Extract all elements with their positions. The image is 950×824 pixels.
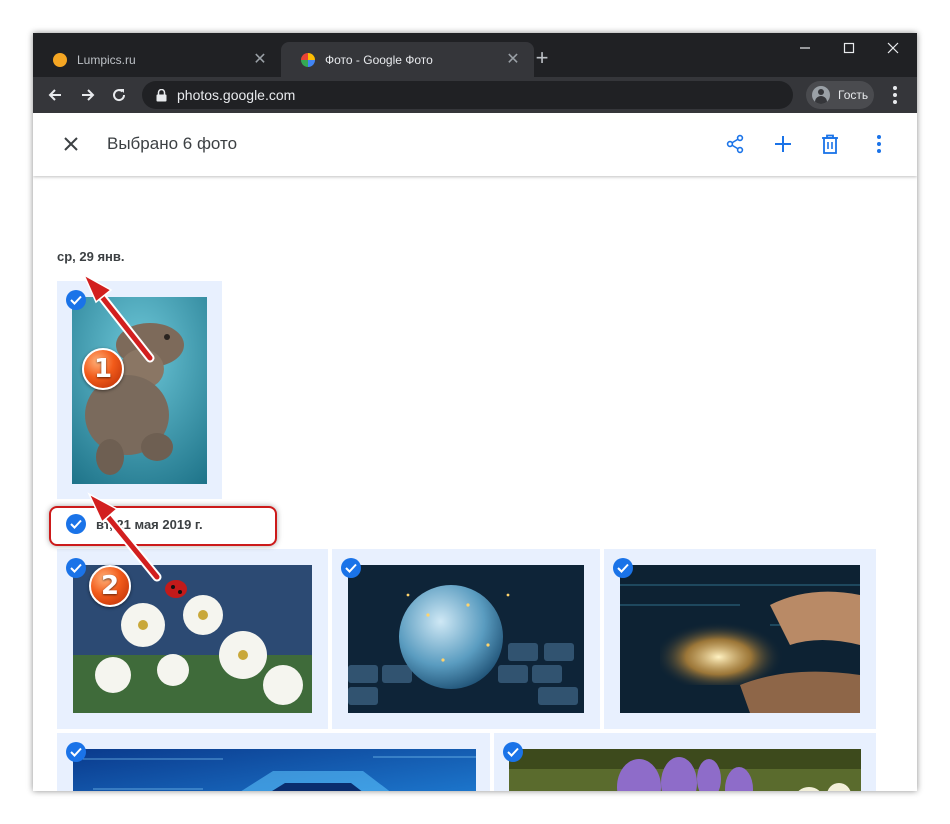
delete-button[interactable] <box>818 132 842 156</box>
reload-button[interactable] <box>107 83 131 107</box>
plus-icon <box>775 136 791 152</box>
close-icon <box>64 137 78 151</box>
minimize-button[interactable] <box>785 37 825 59</box>
maximize-icon <box>843 42 855 54</box>
arrow-left-icon <box>48 89 61 101</box>
guest-avatar-icon <box>812 86 830 104</box>
photo-thumbnail[interactable] <box>73 749 476 791</box>
back-button[interactable] <box>43 83 67 107</box>
photo-selected-checkmark-icon[interactable] <box>66 290 86 310</box>
profile-button[interactable]: Гость <box>806 81 874 109</box>
browser-toolbar: photos.google.com Гость <box>33 77 917 113</box>
close-window-button[interactable] <box>873 37 913 59</box>
photo-thumbnail[interactable] <box>509 749 861 791</box>
browser-window: Lumpics.ru ✕ Фото - Google Фото ✕ + phot… <box>33 33 917 791</box>
photo-tile-hippo[interactable] <box>57 281 222 499</box>
annotation-highlight-box <box>49 506 277 546</box>
close-tab-icon[interactable]: ✕ <box>251 51 269 69</box>
photo-thumbnail[interactable] <box>72 297 207 484</box>
photo-selected-checkmark-icon[interactable] <box>66 558 86 578</box>
selection-app-bar: Выбрано 6 фото <box>33 113 917 176</box>
trash-icon <box>822 134 838 154</box>
photo-selected-checkmark-icon[interactable] <box>613 558 633 578</box>
tab-lumpics[interactable]: Lumpics.ru ✕ <box>33 42 281 77</box>
photo-tile-circuit[interactable] <box>57 733 490 791</box>
share-icon <box>726 134 744 154</box>
photo-tile-crocus[interactable] <box>494 733 876 791</box>
close-icon <box>887 42 899 54</box>
address-bar[interactable]: photos.google.com <box>142 81 793 109</box>
url-text: photos.google.com <box>177 87 296 103</box>
tab-title: Фото - Google Фото <box>325 52 433 67</box>
selection-count-title: Выбрано 6 фото <box>107 134 238 153</box>
share-button[interactable] <box>723 132 747 156</box>
tab-strip: Lumpics.ru ✕ Фото - Google Фото ✕ + <box>33 33 917 77</box>
more-options-button[interactable] <box>867 132 891 156</box>
clear-selection-button[interactable] <box>59 132 83 156</box>
profile-label: Гость <box>838 88 869 102</box>
forward-button[interactable] <box>76 83 100 107</box>
lumpics-favicon-icon <box>53 52 67 67</box>
add-to-album-button[interactable] <box>771 132 795 156</box>
new-tab-button[interactable]: + <box>530 47 554 71</box>
close-tab-icon[interactable]: ✕ <box>504 51 522 69</box>
annotation-marker-1: 1 <box>82 348 124 390</box>
photo-selected-checkmark-icon[interactable] <box>503 742 523 762</box>
photo-thumbnail[interactable] <box>348 565 584 713</box>
maximize-button[interactable] <box>829 37 869 59</box>
reload-icon <box>113 89 126 102</box>
photo-selected-checkmark-icon[interactable] <box>66 742 86 762</box>
date-header-29-jan: ср, 29 янв. <box>57 249 125 264</box>
photo-thumbnail[interactable] <box>620 565 860 713</box>
photo-selected-checkmark-icon[interactable] <box>341 558 361 578</box>
tab-google-photos[interactable]: Фото - Google Фото ✕ <box>281 42 534 77</box>
browser-menu-icon[interactable] <box>885 83 905 107</box>
arrow-right-icon <box>82 89 95 101</box>
annotation-marker-2: 2 <box>89 565 131 607</box>
photos-page: Выбрано 6 фото ср, 29 янв. вт, 21 мая 20… <box>33 113 917 791</box>
tab-title: Lumpics.ru <box>77 52 136 67</box>
lock-icon <box>156 88 168 102</box>
photo-tile-globe[interactable] <box>332 549 600 729</box>
google-photos-pinwheel-icon <box>301 52 315 67</box>
photo-tile-tablet[interactable] <box>604 549 876 729</box>
more-vert-icon <box>877 135 881 153</box>
minimize-icon <box>800 47 810 49</box>
